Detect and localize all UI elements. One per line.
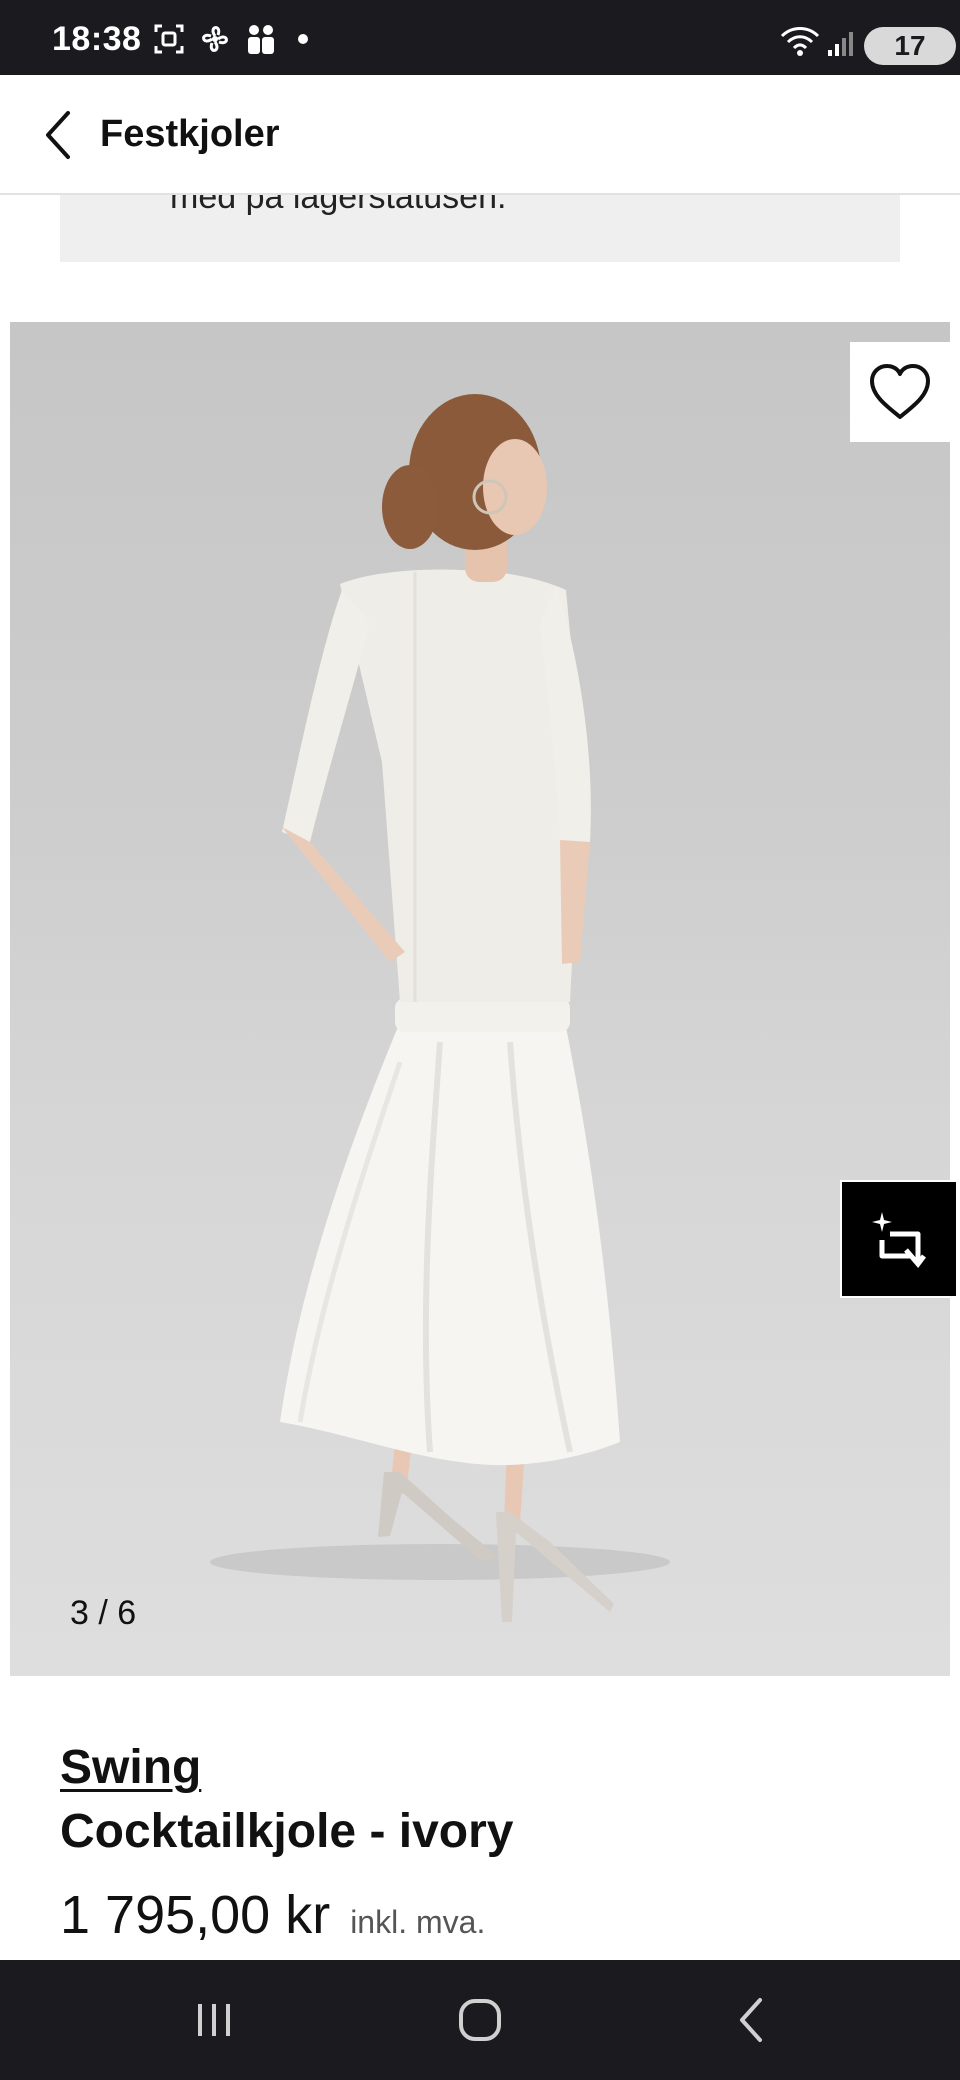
product-name: Cocktailkjole - ivory (60, 1805, 514, 1858)
pinwheel-icon (202, 26, 228, 52)
vat-label: inkl. mva. (350, 1904, 486, 1940)
home-button[interactable] (440, 1990, 520, 2050)
status-notification-icons (152, 22, 308, 56)
signal-icon (828, 32, 853, 56)
sparkle-crop-icon (872, 1212, 926, 1268)
status-time: 18:38 (52, 20, 142, 58)
people-icon (248, 25, 274, 54)
price-row: 1 795,00 kr inkl. mva. (60, 1884, 485, 1946)
page-title: Festkjoler (100, 113, 280, 155)
heart-outline-icon (870, 364, 930, 419)
nav-back-button[interactable] (712, 1990, 792, 2050)
dress-photo (210, 394, 670, 1622)
wifi-icon (780, 27, 820, 56)
screenshot-icon (154, 24, 184, 54)
image-counter: 3 / 6 (70, 1594, 137, 1632)
system-nav-bar (0, 1960, 960, 2080)
notification-dot (298, 34, 308, 44)
wishlist-button[interactable] (850, 342, 950, 442)
app-header: Festkjoler (0, 75, 960, 195)
status-bar: 18:38 17 (0, 0, 960, 75)
home-icon (459, 1999, 501, 2041)
ai-assistant-button[interactable] (840, 1180, 958, 1298)
recents-icon (198, 2004, 230, 2036)
back-button[interactable] (28, 105, 88, 165)
product-price: 1 795,00 kr (60, 1885, 331, 1945)
recents-button[interactable] (174, 1990, 254, 2050)
brand-link[interactable]: Swing (60, 1740, 201, 1795)
back-icon (740, 1998, 762, 2042)
chevron-left-icon (46, 111, 70, 159)
product-image[interactable] (10, 322, 950, 1676)
battery-indicator: 17 (864, 27, 956, 65)
